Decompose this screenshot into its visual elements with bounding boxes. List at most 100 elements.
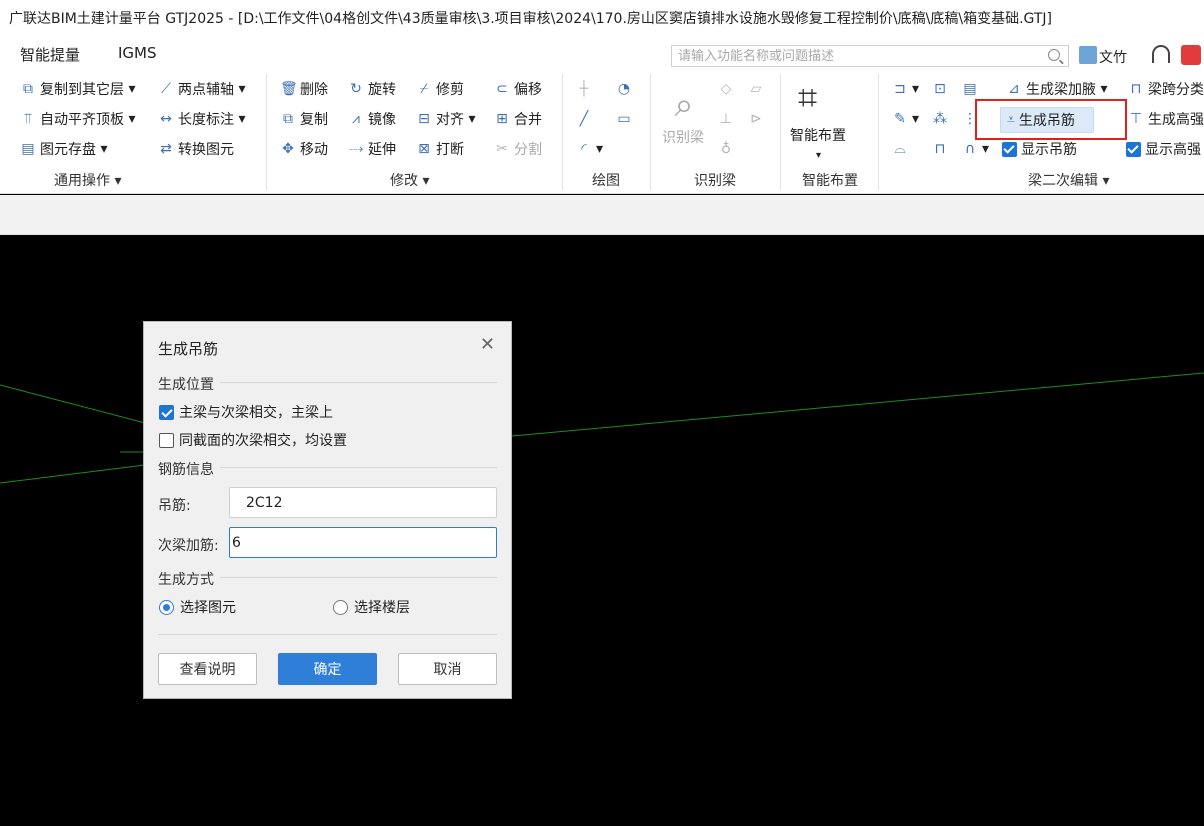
span-class-button[interactable]: ⊓ 梁跨分类 [1128, 78, 1204, 100]
opt-same-section-checkbox[interactable]: 同截面的次梁相交，均设置 [159, 430, 347, 450]
rotate-point-button[interactable]: ◔ [616, 78, 636, 100]
tab-smart-measure[interactable]: 智能提量 [20, 44, 80, 65]
align-button[interactable]: ⊟ 对齐 ▾ [416, 108, 475, 130]
angle-icon: ◔ [617, 81, 631, 97]
avatar[interactable] [1079, 46, 1097, 64]
group-label-draw: 绘图 [592, 173, 620, 189]
mirror-button[interactable]: ⩘ 镜像 [348, 108, 396, 130]
split-icon: ✂ [496, 141, 508, 157]
beam-icon: ∩ [964, 141, 976, 157]
copy-to-layer-button[interactable]: ⧉ 复制到其它层 ▾ [20, 78, 135, 100]
checkbox-checked-icon [1002, 141, 1017, 157]
two-point-axis-button[interactable]: ⟋ 两点辅轴 ▾ [158, 78, 245, 100]
divider [220, 577, 497, 578]
extend-icon: ⤏ [348, 141, 364, 157]
offset-icon: ⊂ [496, 81, 508, 97]
gen-hanger-dialog: 生成吊筋 ✕ 生成位置 主梁与次梁相交，主梁上 同截面的次梁相交，均设置 钢筋信… [143, 321, 512, 699]
hanger-field[interactable] [229, 487, 497, 518]
identify-icon: ⊳ [750, 111, 762, 127]
rotate-button[interactable]: ↻ 旋转 [348, 78, 396, 100]
radio-selected-icon[interactable] [159, 599, 174, 615]
search-icon[interactable] [1048, 49, 1060, 61]
beam-tool-8[interactable]: ⊓ [932, 138, 952, 160]
identify-tool-4[interactable]: ⊳ [748, 108, 768, 130]
axis-icon: ⟋ [161, 81, 171, 97]
identify-beam-icon: ⌕ [674, 85, 694, 125]
save-element-button[interactable]: ▤ 图元存盘 ▾ [20, 138, 107, 160]
extend-button[interactable]: ⤏ 延伸 [348, 138, 396, 160]
divider [780, 74, 781, 190]
line-draw-button[interactable]: ╱ [576, 108, 596, 130]
length-dimension-button[interactable]: ↔ 长度标注 ▾ [158, 108, 245, 130]
arc-draw-button[interactable]: ◜ ▾ [576, 138, 603, 160]
break-icon: ⊠ [418, 141, 430, 157]
radio-select-element[interactable]: 选择图元 [159, 597, 236, 617]
identify-tool-2[interactable]: ▱ [748, 78, 768, 100]
chevron-down-icon[interactable]: ▾ [816, 144, 821, 166]
break-button[interactable]: ⊠ 打断 [416, 138, 464, 160]
divider [266, 74, 267, 190]
headset-icon[interactable] [1152, 45, 1170, 63]
smart-layout-button[interactable]: 智能布置 [790, 124, 846, 146]
beam-tool-5[interactable]: ⁂ [932, 108, 952, 130]
dialog-title: 生成吊筋 [158, 340, 219, 358]
group-label-modify[interactable]: 修改 ▾ [390, 170, 429, 190]
show-high-checkbox[interactable]: 显示高强 [1126, 138, 1201, 160]
copy-button[interactable]: ⧉ 复制 [280, 108, 328, 130]
auto-align-top-button[interactable]: ⫪ 自动平齐顶板 ▾ [20, 108, 135, 130]
beam-tool-7[interactable]: ⌓ [892, 138, 912, 160]
radio-icon[interactable] [333, 599, 348, 615]
secondary-field[interactable] [229, 527, 497, 558]
hanger-label: 吊筋: [158, 498, 191, 514]
beam-tool-9[interactable]: ∩ ▾ [962, 138, 989, 160]
radio-select-floor[interactable]: 选择楼层 [333, 597, 410, 617]
identify-tool-1[interactable]: ◇ [718, 78, 738, 100]
search-input[interactable] [672, 46, 1032, 66]
beam-tool-4[interactable]: ✎ ▾ [892, 108, 919, 130]
beam-icon: ⌓ [894, 141, 906, 157]
identify-tool-3[interactable]: ⊥ [718, 108, 738, 130]
move-button[interactable]: ✥ 移动 [280, 138, 328, 160]
trash-icon: 🗑 [280, 81, 298, 97]
identify-tool-5[interactable]: ♁ [718, 138, 738, 160]
convert-element-button[interactable]: ⇄ 转换图元 [158, 138, 234, 160]
align-icon: ⊟ [418, 111, 430, 127]
point-draw-button[interactable]: ┼ [576, 78, 596, 100]
beam-tool-3[interactable]: ▤ [962, 78, 982, 100]
tab-igms[interactable]: IGMS [118, 44, 157, 62]
show-hanger-checkbox[interactable]: 显示吊筋 [1002, 138, 1077, 160]
cancel-button[interactable]: 取消 [398, 653, 497, 685]
beam-tool-2[interactable]: ⊡ [932, 78, 952, 100]
beam-icon: ⁂ [933, 111, 947, 127]
divider [562, 74, 563, 190]
dimension-icon: ↔ [160, 111, 172, 127]
rect-draw-button[interactable]: ▭ [616, 108, 636, 130]
opt-main-beam-checkbox[interactable]: 主梁与次梁相交，主梁上 [159, 402, 333, 422]
group-label-beam2[interactable]: 梁二次编辑 ▾ [1028, 170, 1109, 190]
point-icon: ┼ [579, 81, 589, 97]
help-button[interactable]: 查看说明 [158, 653, 257, 685]
split-button[interactable]: ✂ 分割 [494, 138, 542, 160]
user-name[interactable]: 文竹 [1099, 47, 1127, 67]
search-box[interactable] [671, 45, 1069, 67]
delete-button[interactable]: 🗑 删除 [280, 78, 328, 100]
gen-haunch-button[interactable]: ⊿ 生成梁加腋 ▾ [1006, 78, 1107, 100]
calculator-icon[interactable] [1181, 45, 1201, 65]
trim-button[interactable]: ⌿ 修剪 [416, 78, 464, 100]
identify-icon: ⊥ [719, 111, 733, 127]
section-position: 生成位置 [158, 377, 214, 393]
beam-tool-1[interactable]: ⊐ ▾ [892, 78, 919, 100]
gen-high-button[interactable]: ⊤ 生成高强 [1128, 108, 1204, 130]
group-label-general[interactable]: 通用操作 ▾ [54, 170, 121, 190]
smart-layout-icon: ⌗ [798, 78, 818, 118]
identify-beam-button[interactable]: 识别梁 [662, 126, 704, 148]
close-icon[interactable]: ✕ [480, 336, 495, 354]
line-icon: ╱ [579, 111, 589, 127]
checkbox-checked-icon[interactable] [159, 404, 174, 420]
divider [878, 74, 879, 190]
offset-button[interactable]: ⊂ 偏移 [494, 78, 542, 100]
ok-button[interactable]: 确定 [278, 653, 377, 685]
checkbox-icon[interactable] [159, 432, 174, 448]
merge-button[interactable]: ⊞ 合并 [494, 108, 542, 130]
secondary-label: 次梁加筋: [158, 538, 219, 554]
